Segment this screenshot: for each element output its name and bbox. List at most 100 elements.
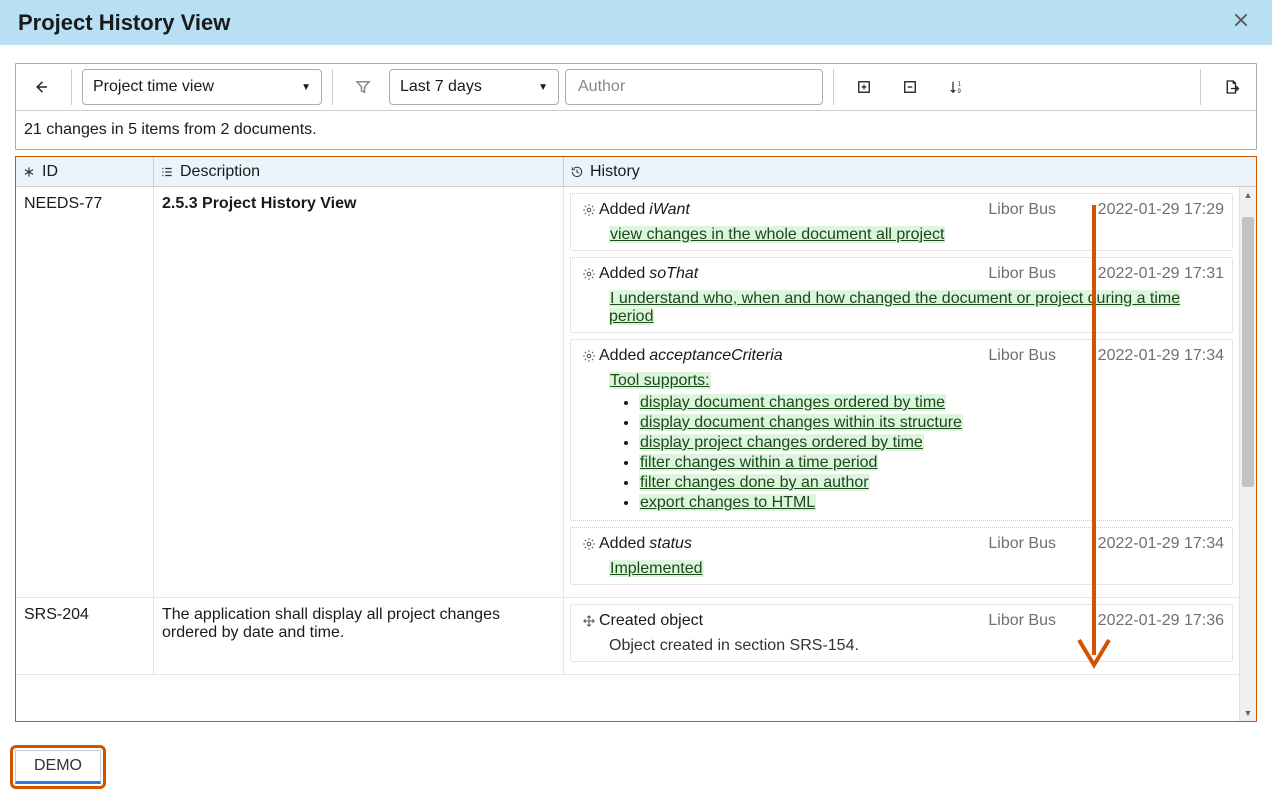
- table-row: NEEDS-772.5.3 Project History ViewAddedi…: [16, 187, 1239, 598]
- col-description[interactable]: Description: [154, 157, 564, 186]
- history-action: Added: [599, 535, 645, 553]
- history-date: 2022-01-29 17:31: [1074, 265, 1224, 283]
- added-text: display document changes within its stru…: [639, 414, 963, 431]
- author-input-field[interactable]: [576, 77, 812, 97]
- cell-history: AddediWantLibor Bus2022-01-29 17:29view …: [564, 187, 1239, 597]
- expand-all-button[interactable]: [844, 69, 884, 105]
- added-text: I understand who, when and how changed t…: [609, 290, 1180, 325]
- table-row: SRS-204The application shall display all…: [16, 598, 1239, 675]
- page-title: Project History View: [18, 10, 230, 36]
- view-select-value: Project time view: [93, 78, 214, 96]
- history-body: I understand who, when and how changed t…: [579, 288, 1224, 326]
- added-text: export changes to HTML: [639, 494, 816, 511]
- cell-id: NEEDS-77: [16, 187, 154, 597]
- scroll-thumb[interactable]: [1242, 217, 1254, 487]
- history-field: status: [649, 535, 692, 553]
- history-date: 2022-01-29 17:34: [1074, 347, 1224, 365]
- history-body: view changes in the whole document all p…: [579, 224, 1224, 244]
- history-date: 2022-01-29 17:34: [1074, 535, 1224, 553]
- table-body: NEEDS-772.5.3 Project History ViewAddedi…: [16, 187, 1239, 721]
- period-select[interactable]: Last 7 days ▼: [389, 69, 559, 105]
- gear-icon: [579, 267, 599, 281]
- cell-id: SRS-204: [16, 598, 154, 674]
- export-button[interactable]: [1211, 69, 1251, 105]
- history-action: Added: [599, 265, 645, 283]
- period-select-value: Last 7 days: [400, 78, 482, 96]
- divider: [71, 69, 72, 105]
- history-author: Libor Bus: [988, 265, 1074, 283]
- asterisk-icon: [22, 165, 36, 179]
- history-author: Libor Bus: [988, 535, 1074, 553]
- list-icon: [160, 165, 174, 179]
- list-item: filter changes within a time period: [639, 454, 1224, 472]
- list-item: filter changes done by an author: [639, 474, 1224, 492]
- move-icon: [579, 614, 599, 628]
- titlebar: Project History View: [0, 0, 1272, 45]
- history-author: Libor Bus: [988, 201, 1074, 219]
- history-author: Libor Bus: [988, 347, 1074, 365]
- history-author: Libor Bus: [988, 612, 1074, 630]
- added-list: display document changes ordered by time…: [613, 394, 1224, 512]
- divider: [1200, 69, 1201, 105]
- author-input[interactable]: [565, 69, 823, 105]
- added-text: filter changes done by an author: [639, 474, 870, 491]
- list-item: display project changes ordered by time: [639, 434, 1224, 452]
- history-action: Created object: [599, 612, 703, 630]
- cell-description: The application shall display all projec…: [154, 598, 564, 674]
- chevron-down-icon: ▼: [538, 82, 548, 93]
- list-item: display document changes ordered by time: [639, 394, 1224, 412]
- history-date: 2022-01-29 17:36: [1074, 612, 1224, 630]
- cell-history: Created object Libor Bus2022-01-29 17:36 O…: [564, 598, 1239, 674]
- vertical-scrollbar[interactable]: ▲ ▼: [1239, 187, 1256, 721]
- col-id[interactable]: ID: [16, 157, 154, 186]
- history-table: ID Description History NEEDS-772.5.3 Pro…: [15, 156, 1257, 722]
- added-text: filter changes within a time period: [639, 454, 878, 471]
- divider: [332, 69, 333, 105]
- list-item: display document changes within its stru…: [639, 414, 1224, 432]
- summary-text: 21 changes in 5 items from 2 documents.: [16, 110, 1256, 149]
- history-body: Object created in section SRS-154.: [579, 635, 1224, 655]
- table-header: ID Description History: [16, 157, 1256, 187]
- collapse-all-button[interactable]: [890, 69, 930, 105]
- footer-tab-highlight: DEMO: [10, 745, 106, 789]
- svg-text:1: 1: [958, 82, 962, 88]
- list-item: export changes to HTML: [639, 494, 1224, 512]
- demo-tab[interactable]: DEMO: [15, 750, 101, 784]
- added-text: display project changes ordered by time: [639, 434, 924, 451]
- view-select[interactable]: Project time view ▼: [82, 69, 322, 105]
- cell-description: 2.5.3 Project History View: [154, 187, 564, 597]
- added-text: view changes in the whole document all p…: [609, 226, 945, 243]
- filter-icon[interactable]: [343, 69, 383, 105]
- back-button[interactable]: [21, 69, 61, 105]
- col-history[interactable]: History: [564, 157, 1256, 186]
- added-text: Implemented: [609, 560, 704, 577]
- close-icon[interactable]: [1228, 7, 1254, 39]
- history-entry: Addedstatus Libor Bus2022-01-29 17:34 Impl…: [570, 527, 1233, 585]
- scroll-down-icon[interactable]: ▼: [1240, 705, 1256, 721]
- history-field: iWant: [649, 201, 690, 219]
- history-icon: [570, 165, 584, 179]
- svg-text:9: 9: [958, 89, 962, 95]
- history-entry: Created object Libor Bus2022-01-29 17:36 O…: [570, 604, 1233, 662]
- history-body: Tool supports: display document changes o…: [579, 370, 1224, 512]
- history-date: 2022-01-29 17:29: [1074, 201, 1224, 219]
- toolbar: Project time view ▼ Last 7 days ▼ 1 9: [15, 63, 1257, 150]
- scroll-up-icon[interactable]: ▲: [1240, 187, 1256, 203]
- history-body: Implemented: [579, 558, 1224, 578]
- history-action: Added: [599, 201, 645, 219]
- history-text: Object created in section SRS-154.: [609, 637, 859, 654]
- added-text: display document changes ordered by time: [639, 394, 946, 411]
- sort-button[interactable]: 1 9: [936, 69, 976, 105]
- gear-icon: [579, 203, 599, 217]
- gear-icon: [579, 537, 599, 551]
- divider: [833, 69, 834, 105]
- history-field: acceptanceCriteria: [649, 347, 782, 365]
- history-entry: AddediWant Libor Bus2022-01-29 17:29 view …: [570, 193, 1233, 251]
- history-action: Added: [599, 347, 645, 365]
- history-entry: AddedsoThat Libor Bus2022-01-29 17:31 I un…: [570, 257, 1233, 333]
- added-text: Tool supports:: [609, 372, 711, 389]
- gear-icon: [579, 349, 599, 363]
- history-field: soThat: [649, 265, 698, 283]
- chevron-down-icon: ▼: [301, 82, 311, 93]
- history-entry: AddedacceptanceCriteria Libor Bus2022-01-…: [570, 339, 1233, 521]
